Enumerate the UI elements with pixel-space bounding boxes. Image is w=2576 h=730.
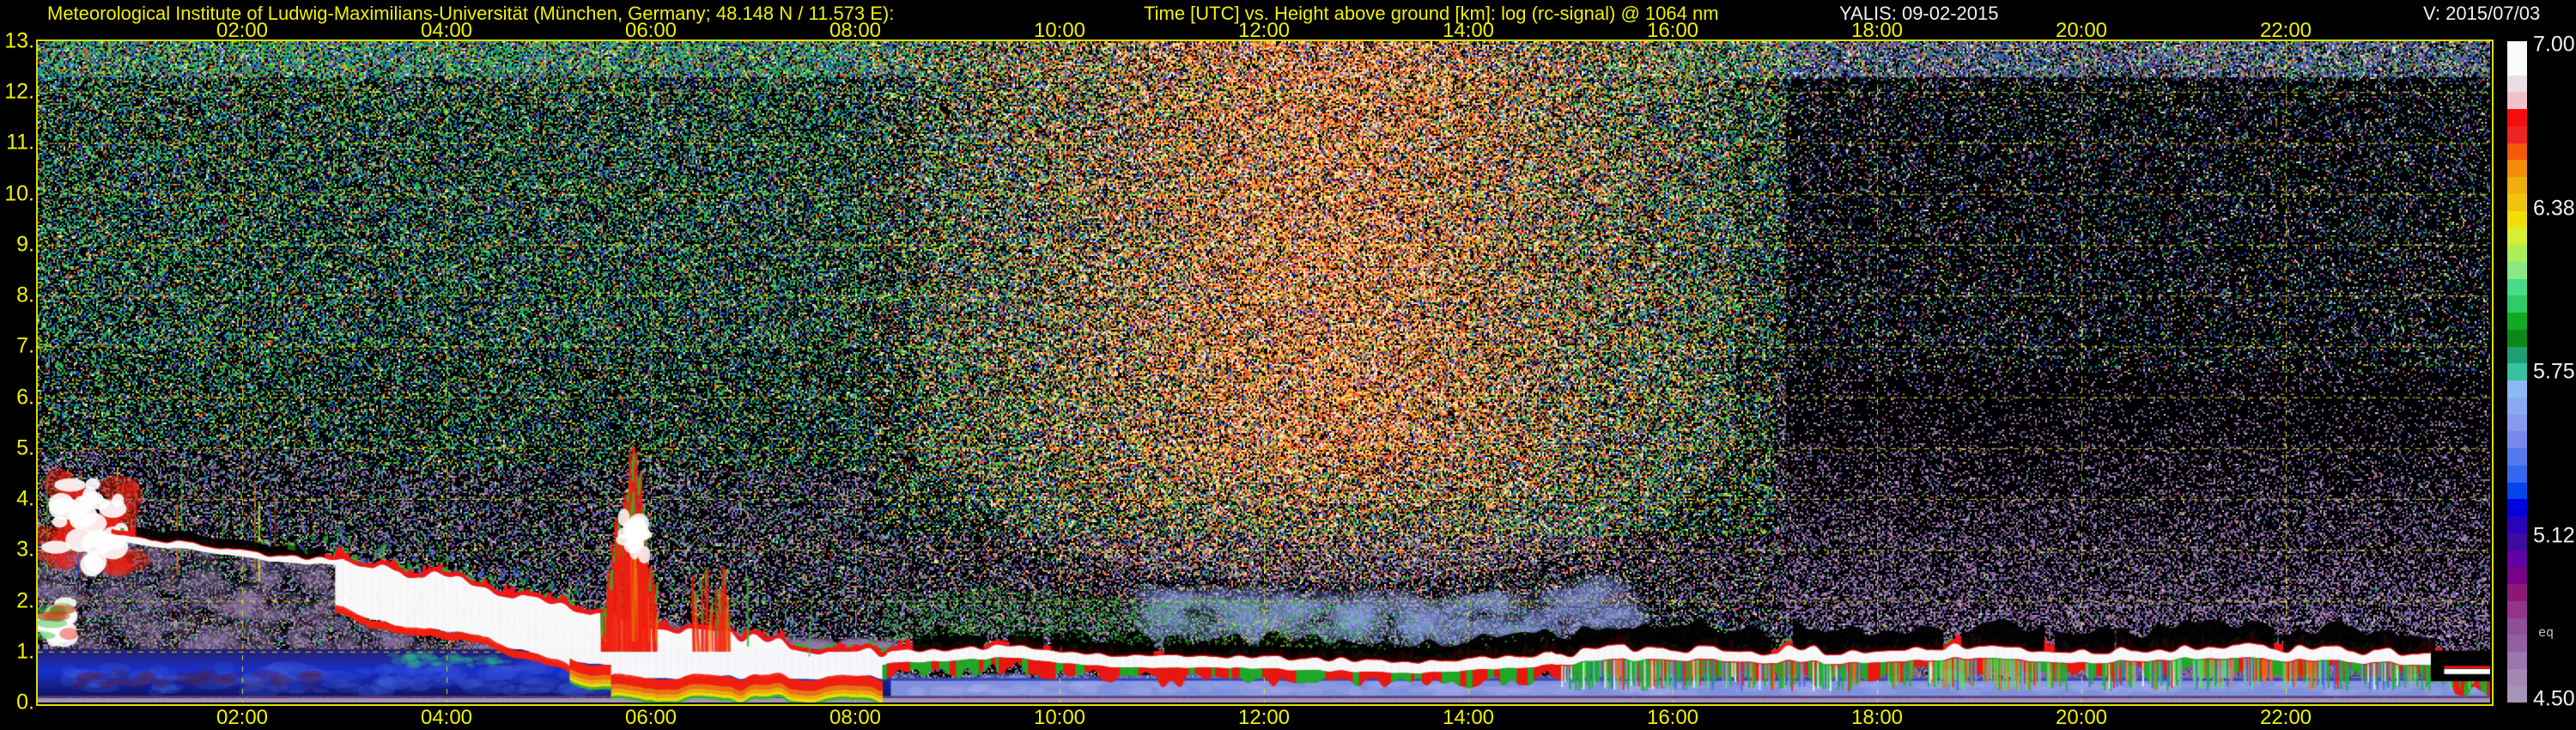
colorbar-segment [2507,584,2527,601]
y-tick: 0. [16,690,34,715]
colorbar-segment [2507,652,2527,669]
colorbar-segment [2507,499,2527,516]
plot-frame [36,40,2494,706]
x-tick-bottom: 10:00 [1033,706,1086,729]
x-tick-top: 16:00 [1646,19,1699,42]
version-label: V: 2015/07/03 [2423,3,2541,24]
colorbar-segment [2507,109,2527,126]
y-tick: 2. [16,588,34,613]
y-tick: 11. [6,130,34,155]
colorbar-segment [2507,160,2527,177]
lidar-heatmap-canvas [38,41,2490,703]
colorbar-segment [2507,397,2527,415]
colorbar-segment [2507,635,2527,652]
x-tick-bottom: 16:00 [1646,706,1699,729]
x-tick-top: 20:00 [2055,19,2108,42]
x-tick-top: 18:00 [1850,19,1904,42]
y-tick: 8. [16,283,34,307]
y-tick: 6. [16,385,34,410]
colorbar-segment [2507,278,2527,296]
x-tick-top: 04:00 [420,19,473,42]
x-tick-top: 22:00 [2259,19,2312,42]
colorbar-segment [2507,465,2527,483]
x-tick-top: 10:00 [1033,19,1086,42]
colorbar-segment [2507,668,2527,686]
colorbar-tick: 5.75 [2533,359,2575,384]
colorbar-segment [2507,414,2527,432]
x-tick-bottom: 18:00 [1850,706,1904,729]
x-tick-bottom: 14:00 [1442,706,1495,729]
colorbar-tick: 4.50 [2533,686,2575,711]
colorbar-segment [2507,193,2527,211]
y-tick: 4. [16,486,34,511]
plot-title: Time [UTC] vs. Height above ground [km]:… [1144,3,1719,24]
colorbar-tick: 6.38 [2533,196,2575,220]
y-tick: 1. [16,639,34,664]
colorbar-segment [2507,600,2527,618]
colorbar-segment [2507,346,2527,364]
colorbar-segment [2507,380,2527,398]
colorbar-segment [2507,550,2527,568]
x-tick-bottom: 22:00 [2259,706,2312,729]
y-tick: 13. [4,28,34,53]
x-tick-top: 06:00 [624,19,677,42]
y-tick: 5. [16,435,34,460]
colorbar-segment [2507,210,2527,228]
colorbar-segment [2507,143,2527,161]
colorbar-segment [2507,685,2527,703]
colorbar-side-note: eq [2538,624,2555,640]
colorbar-segment [2507,125,2527,143]
colorbar-segment [2507,261,2527,279]
lidar-quicklook-page: { "header": { "institute": "Meteorologic… [0,0,2576,730]
colorbar-segment [2507,617,2527,636]
colorbar-segment [2507,516,2527,533]
colorbar-segment [2507,482,2527,500]
colorbar-segment [2507,245,2527,262]
x-tick-bottom: 08:00 [829,706,882,729]
colorbar-segment [2507,313,2527,330]
x-tick-top: 02:00 [216,19,269,42]
x-tick-bottom: 04:00 [420,706,473,729]
colorbar-segment [2507,532,2527,551]
colorbar-segment [2507,329,2527,347]
colorbar-segment [2507,431,2527,448]
colorbar-tick: 7.00 [2533,32,2575,57]
colorbar-segment [2507,567,2527,584]
colorbar-segment [2507,58,2527,76]
colorbar [2507,41,2527,703]
colorbar-segment [2507,295,2527,313]
x-tick-bottom: 06:00 [624,706,677,729]
y-tick: 10. [4,181,34,206]
x-tick-bottom: 12:00 [1237,706,1291,729]
colorbar-segment [2507,177,2527,194]
y-tick: 9. [16,232,34,257]
x-tick-bottom: 20:00 [2055,706,2108,729]
colorbar-segment [2507,448,2527,465]
x-tick-top: 12:00 [1237,19,1291,42]
colorbar-segment [2507,92,2527,109]
colorbar-segment [2507,41,2527,58]
colorbar-segment [2507,363,2527,380]
colorbar-segment [2507,228,2527,245]
y-tick: 7. [16,333,34,358]
x-tick-bottom: 02:00 [216,706,269,729]
x-tick-top: 08:00 [829,19,882,42]
x-tick-top: 14:00 [1442,19,1495,42]
y-tick: 12. [4,79,34,104]
colorbar-tick: 5.12 [2533,523,2575,547]
colorbar-segment [2507,75,2527,93]
y-tick: 3. [16,537,34,562]
